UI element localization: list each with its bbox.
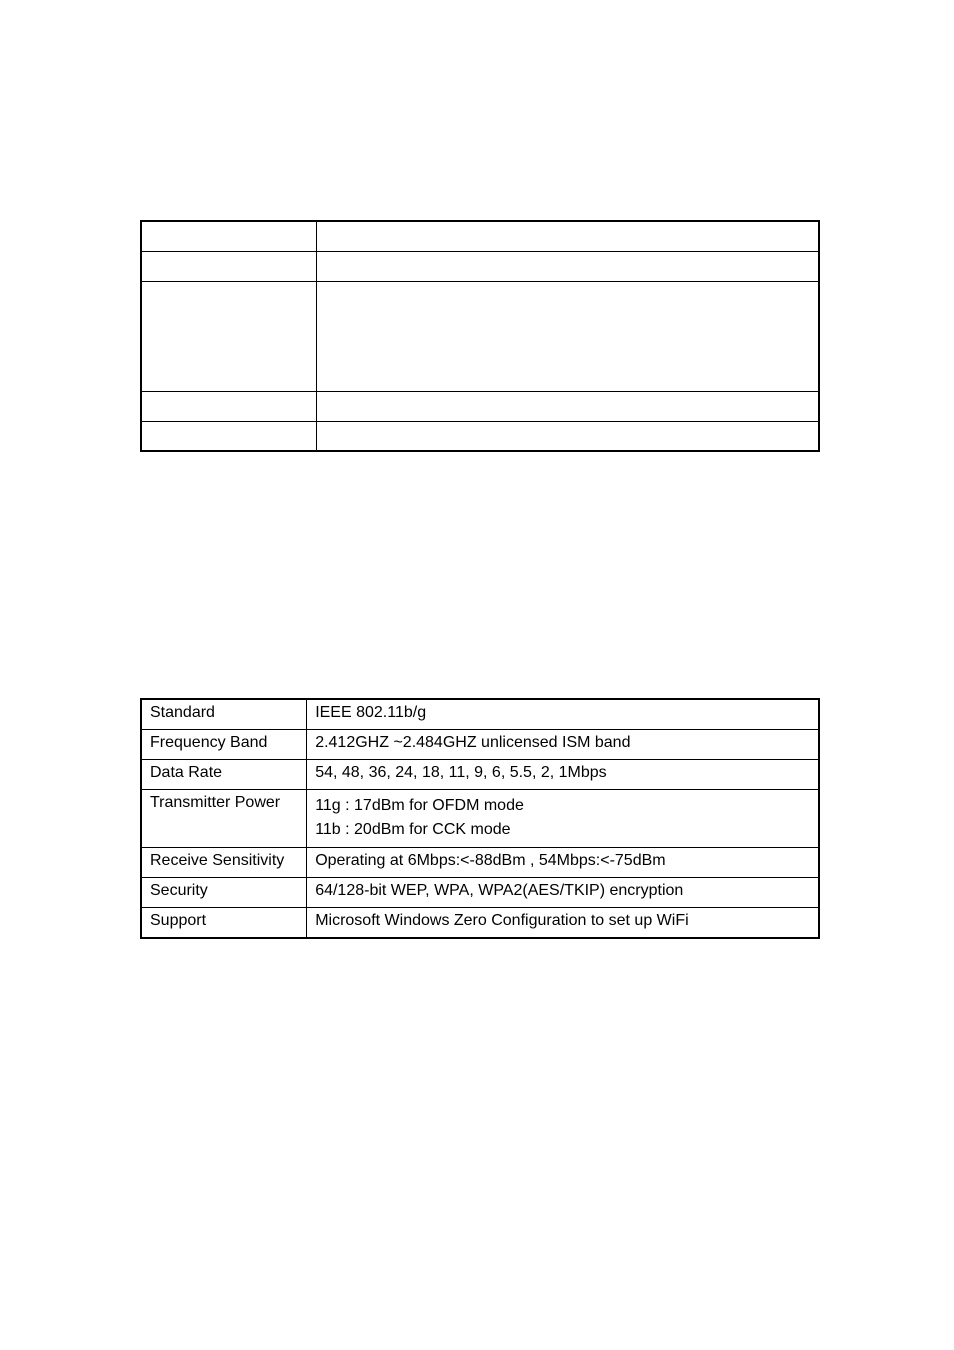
cell-value — [317, 221, 820, 251]
cell-label: Receive Sensitivity — [141, 848, 307, 878]
table-row — [141, 251, 819, 281]
table-row: Standard IEEE 802.11b/g — [141, 699, 819, 729]
cell-value: 2.412GHZ ~2.484GHZ unlicensed ISM band — [307, 729, 819, 759]
cell-value — [317, 281, 820, 391]
cell-value-line: 11g : 17dBm for OFDM mode — [315, 794, 810, 819]
cell-label: Frequency Band — [141, 729, 307, 759]
cell-label — [141, 251, 317, 281]
table-row — [141, 281, 819, 391]
cell-label: Transmitter Power — [141, 789, 307, 848]
cell-value — [317, 251, 820, 281]
cell-label — [141, 391, 317, 421]
cell-value-line: 11b : 20dBm for CCK mode — [315, 818, 810, 843]
wifi-spec-table: Standard IEEE 802.11b/g Frequency Band 2… — [140, 698, 820, 939]
cell-value: IEEE 802.11b/g — [307, 699, 819, 729]
cell-value: Operating at 6Mbps:<-88dBm , 54Mbps:<-75… — [307, 848, 819, 878]
table: Standard IEEE 802.11b/g Frequency Band 2… — [140, 698, 820, 939]
table-row: Security 64/128-bit WEP, WPA, WPA2(AES/T… — [141, 878, 819, 908]
top-spec-table — [140, 220, 820, 452]
cell-label: Support — [141, 908, 307, 938]
table-row — [141, 391, 819, 421]
cell-value: Microsoft Windows Zero Configuration to … — [307, 908, 819, 938]
table-row: Support Microsoft Windows Zero Configura… — [141, 908, 819, 938]
table-row: Frequency Band 2.412GHZ ~2.484GHZ unlice… — [141, 729, 819, 759]
cell-label — [141, 421, 317, 451]
table-row — [141, 421, 819, 451]
table-row: Data Rate 54, 48, 36, 24, 18, 11, 9, 6, … — [141, 759, 819, 789]
cell-label — [141, 221, 317, 251]
cell-label: Standard — [141, 699, 307, 729]
cell-value — [317, 421, 820, 451]
cell-value: 64/128-bit WEP, WPA, WPA2(AES/TKIP) encr… — [307, 878, 819, 908]
table — [140, 220, 820, 452]
cell-value: 54, 48, 36, 24, 18, 11, 9, 6, 5.5, 2, 1M… — [307, 759, 819, 789]
cell-label — [141, 281, 317, 391]
table-row: Transmitter Power 11g : 17dBm for OFDM m… — [141, 789, 819, 848]
cell-value: 11g : 17dBm for OFDM mode 11b : 20dBm fo… — [307, 789, 819, 848]
table-row: Receive Sensitivity Operating at 6Mbps:<… — [141, 848, 819, 878]
table-row — [141, 221, 819, 251]
cell-label: Security — [141, 878, 307, 908]
cell-label: Data Rate — [141, 759, 307, 789]
cell-value — [317, 391, 820, 421]
